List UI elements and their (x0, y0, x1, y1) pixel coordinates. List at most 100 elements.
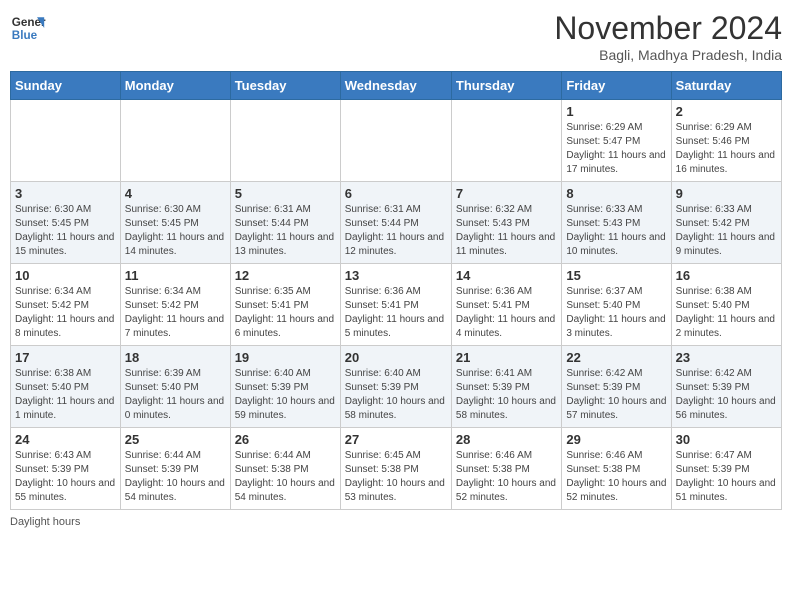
calendar-cell: 16Sunrise: 6:38 AM Sunset: 5:40 PM Dayli… (671, 264, 781, 346)
cell-day-number: 2 (676, 104, 777, 119)
cell-day-number: 8 (566, 186, 666, 201)
week-row-4: 24 Sunrise: 6:43 AM Sunset: 5:39 PM Dayli… (11, 428, 782, 510)
cell-day-number: 4 (125, 186, 226, 201)
day-header-saturday: Saturday (671, 72, 781, 100)
cell-info: Sunrise: 6:46 AM Sunset: 5:38 PM Dayligh… (566, 449, 666, 505)
calendar-cell: 11 Sunrise: 6:34 AM Sunset: 5:42 PM Dayli… (120, 264, 230, 346)
day-header-sunday: Sunday (11, 72, 121, 100)
day-header-monday: Monday (120, 72, 230, 100)
logo-icon: General Blue (10, 10, 46, 46)
calendar-cell: 4 Sunrise: 6:30 AM Sunset: 5:45 PM Daylig… (120, 182, 230, 264)
cell-info: Sunrise: 6:36 AM Sunset: 5:41 PM Dayligh… (345, 285, 447, 341)
cell-info: Sunrise: 6:40 AM Sunset: 5:39 PM Dayligh… (235, 367, 336, 423)
calendar-cell: 6 Sunrise: 6:31 AM Sunset: 5:44 PM Daylig… (340, 182, 451, 264)
cell-day-number: 26 (235, 432, 336, 447)
cell-info: Sunrise: 6:38 AM Sunset: 5:40 PM Dayligh… (15, 367, 116, 423)
cell-info: Sunrise: 6:44 AM Sunset: 5:38 PM Dayligh… (235, 449, 336, 505)
day-header-wednesday: Wednesday (340, 72, 451, 100)
cell-info: Sunrise: 6:34 AM Sunset: 5:42 PM Dayligh… (15, 285, 116, 341)
cell-day-number: 30 (676, 432, 777, 447)
cell-info: Sunrise: 6:47 AM Sunset: 5:39 PM Dayligh… (676, 449, 777, 505)
calendar-cell (230, 100, 340, 182)
cell-day-number: 27 (345, 432, 447, 447)
footer-note: Daylight hours (10, 516, 782, 528)
cell-info: Sunrise: 6:30 AM Sunset: 5:45 PM Dayligh… (125, 203, 226, 259)
month-title: November 2024 (554, 10, 782, 47)
cell-info: Sunrise: 6:46 AM Sunset: 5:38 PM Dayligh… (456, 449, 557, 505)
week-row-1: 3Sunrise: 6:30 AM Sunset: 5:45 PM Daylig… (11, 182, 782, 264)
cell-info: Sunrise: 6:33 AM Sunset: 5:43 PM Dayligh… (566, 203, 666, 259)
cell-info: Sunrise: 6:39 AM Sunset: 5:40 PM Dayligh… (125, 367, 226, 423)
calendar-cell: 17 Sunrise: 6:38 AM Sunset: 5:40 PM Dayli… (11, 346, 121, 428)
cell-info: Sunrise: 6:43 AM Sunset: 5:39 PM Dayligh… (15, 449, 116, 505)
cell-day-number: 7 (456, 186, 557, 201)
calendar-cell: 13 Sunrise: 6:36 AM Sunset: 5:41 PM Dayli… (340, 264, 451, 346)
calendar-cell: 22Sunrise: 6:42 AM Sunset: 5:39 PM Dayli… (562, 346, 671, 428)
cell-day-number: 1 (566, 104, 666, 119)
calendar-table: SundayMondayTuesdayWednesdayThursdayFrid… (10, 71, 782, 510)
cell-info: Sunrise: 6:32 AM Sunset: 5:43 PM Dayligh… (456, 203, 557, 259)
cell-day-number: 18 (125, 350, 226, 365)
header-row: SundayMondayTuesdayWednesdayThursdayFrid… (11, 72, 782, 100)
cell-day-number: 28 (456, 432, 557, 447)
cell-day-number: 25 (125, 432, 226, 447)
calendar-cell: 1 Sunrise: 6:29 AM Sunset: 5:47 PM Daylig… (562, 100, 671, 182)
calendar-cell: 23 Sunrise: 6:42 AM Sunset: 5:39 PM Dayli… (671, 346, 781, 428)
calendar-cell: 10Sunrise: 6:34 AM Sunset: 5:42 PM Dayli… (11, 264, 121, 346)
cell-info: Sunrise: 6:29 AM Sunset: 5:47 PM Dayligh… (566, 121, 666, 177)
calendar-cell: 21 Sunrise: 6:41 AM Sunset: 5:39 PM Dayli… (451, 346, 561, 428)
cell-info: Sunrise: 6:42 AM Sunset: 5:39 PM Dayligh… (566, 367, 666, 423)
cell-info: Sunrise: 6:34 AM Sunset: 5:42 PM Dayligh… (125, 285, 226, 341)
cell-day-number: 11 (125, 268, 226, 283)
cell-day-number: 9 (676, 186, 777, 201)
calendar-cell: 8 Sunrise: 6:33 AM Sunset: 5:43 PM Daylig… (562, 182, 671, 264)
cell-day-number: 5 (235, 186, 336, 201)
calendar-cell: 5 Sunrise: 6:31 AM Sunset: 5:44 PM Daylig… (230, 182, 340, 264)
calendar-cell: 9 Sunrise: 6:33 AM Sunset: 5:42 PM Daylig… (671, 182, 781, 264)
cell-day-number: 20 (345, 350, 447, 365)
logo: General Blue (10, 10, 46, 46)
cell-info: Sunrise: 6:35 AM Sunset: 5:41 PM Dayligh… (235, 285, 336, 341)
cell-info: Sunrise: 6:33 AM Sunset: 5:42 PM Dayligh… (676, 203, 777, 259)
cell-day-number: 21 (456, 350, 557, 365)
calendar-cell: 3Sunrise: 6:30 AM Sunset: 5:45 PM Daylig… (11, 182, 121, 264)
cell-day-number: 24 (15, 432, 116, 447)
cell-info: Sunrise: 6:41 AM Sunset: 5:39 PM Dayligh… (456, 367, 557, 423)
week-row-3: 17 Sunrise: 6:38 AM Sunset: 5:40 PM Dayli… (11, 346, 782, 428)
calendar-cell: 20 Sunrise: 6:40 AM Sunset: 5:39 PM Dayli… (340, 346, 451, 428)
subtitle: Bagli, Madhya Pradesh, India (554, 47, 782, 63)
week-row-2: 10Sunrise: 6:34 AM Sunset: 5:42 PM Dayli… (11, 264, 782, 346)
cell-info: Sunrise: 6:36 AM Sunset: 5:41 PM Dayligh… (456, 285, 557, 341)
cell-info: Sunrise: 6:40 AM Sunset: 5:39 PM Dayligh… (345, 367, 447, 423)
calendar-cell (120, 100, 230, 182)
calendar-cell (451, 100, 561, 182)
calendar-cell: 18 Sunrise: 6:39 AM Sunset: 5:40 PM Dayli… (120, 346, 230, 428)
title-area: November 2024 Bagli, Madhya Pradesh, Ind… (554, 10, 782, 63)
cell-info: Sunrise: 6:44 AM Sunset: 5:39 PM Dayligh… (125, 449, 226, 505)
calendar-cell: 30 Sunrise: 6:47 AM Sunset: 5:39 PM Dayli… (671, 428, 781, 510)
cell-day-number: 13 (345, 268, 447, 283)
svg-text:Blue: Blue (12, 29, 38, 42)
cell-day-number: 12 (235, 268, 336, 283)
cell-day-number: 17 (15, 350, 116, 365)
day-header-thursday: Thursday (451, 72, 561, 100)
calendar-cell: 15Sunrise: 6:37 AM Sunset: 5:40 PM Dayli… (562, 264, 671, 346)
calendar-cell: 24 Sunrise: 6:43 AM Sunset: 5:39 PM Dayli… (11, 428, 121, 510)
cell-info: Sunrise: 6:45 AM Sunset: 5:38 PM Dayligh… (345, 449, 447, 505)
calendar-cell: 26 Sunrise: 6:44 AM Sunset: 5:38 PM Dayli… (230, 428, 340, 510)
calendar-cell: 14Sunrise: 6:36 AM Sunset: 5:41 PM Dayli… (451, 264, 561, 346)
cell-day-number: 23 (676, 350, 777, 365)
day-header-tuesday: Tuesday (230, 72, 340, 100)
cell-info: Sunrise: 6:42 AM Sunset: 5:39 PM Dayligh… (676, 367, 777, 423)
cell-day-number: 16 (676, 268, 777, 283)
cell-info: Sunrise: 6:37 AM Sunset: 5:40 PM Dayligh… (566, 285, 666, 341)
calendar-cell: 28 Sunrise: 6:46 AM Sunset: 5:38 PM Dayli… (451, 428, 561, 510)
cell-day-number: 6 (345, 186, 447, 201)
cell-day-number: 19 (235, 350, 336, 365)
calendar-cell: 27 Sunrise: 6:45 AM Sunset: 5:38 PM Dayli… (340, 428, 451, 510)
cell-info: Sunrise: 6:31 AM Sunset: 5:44 PM Dayligh… (345, 203, 447, 259)
cell-info: Sunrise: 6:31 AM Sunset: 5:44 PM Dayligh… (235, 203, 336, 259)
calendar-cell: 12 Sunrise: 6:35 AM Sunset: 5:41 PM Dayli… (230, 264, 340, 346)
calendar-cell: 25 Sunrise: 6:44 AM Sunset: 5:39 PM Dayli… (120, 428, 230, 510)
calendar-cell (11, 100, 121, 182)
